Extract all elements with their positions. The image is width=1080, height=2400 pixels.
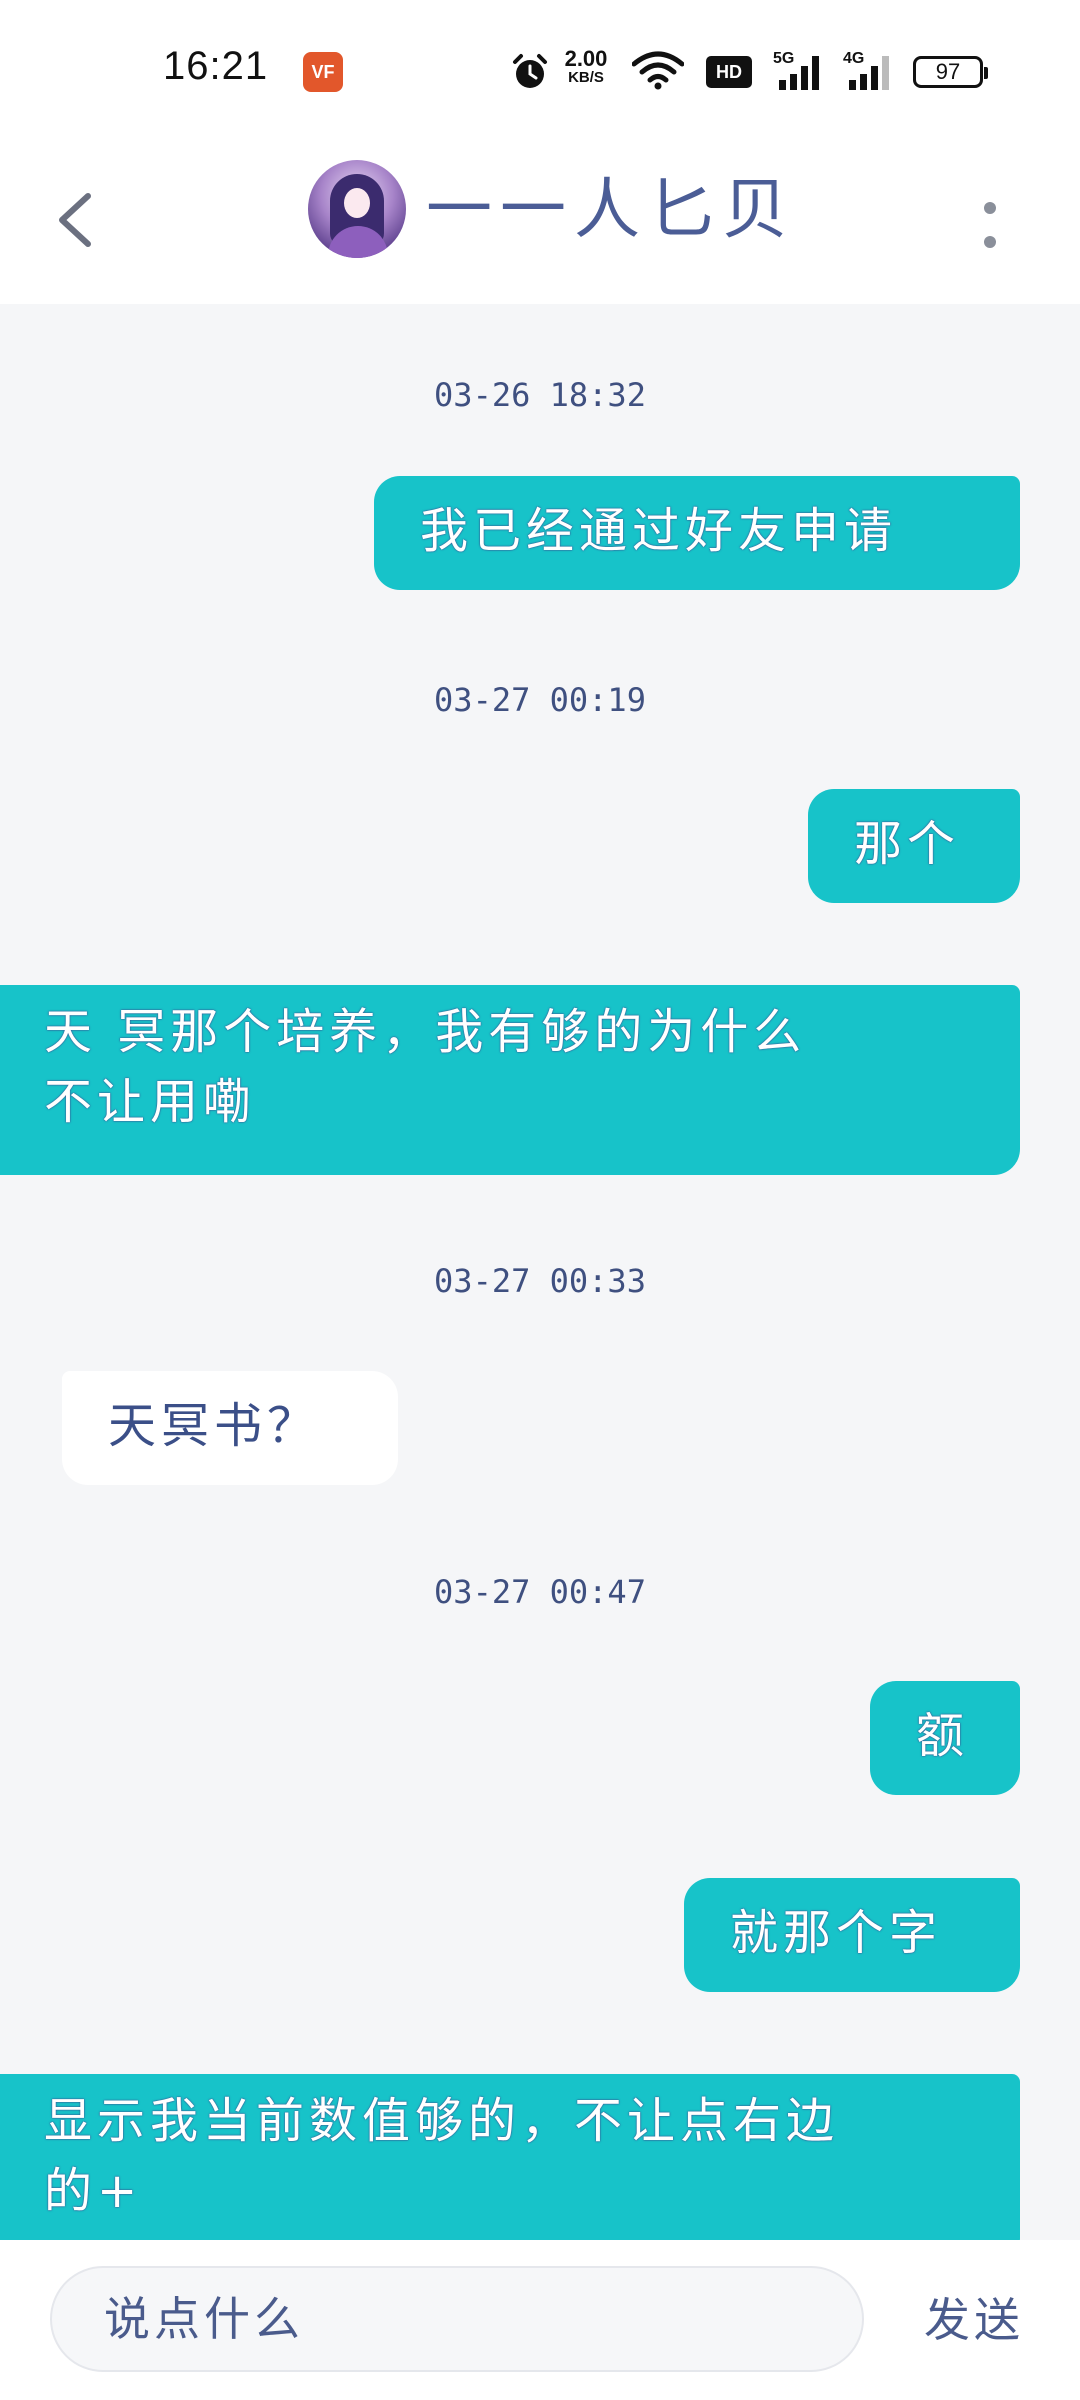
- timestamp: 03-27 00:47: [434, 1573, 646, 1611]
- message-bubble-outgoing[interactable]: 天 冥那个培养，我有够的为什么 不让用嘞: [0, 985, 1020, 1175]
- more-vertical-icon-dot: [984, 202, 996, 214]
- more-options-button[interactable]: [970, 180, 1010, 260]
- network-speed-unit: KB/S: [568, 69, 604, 86]
- input-bar: 说点什么 发送: [0, 2240, 1080, 2400]
- network-speed-value: 2.00: [564, 46, 608, 71]
- message-list[interactable]: 03-26 18:32 我已经通过好友申请 03-27 00:19 那个 天 冥…: [0, 304, 1080, 2240]
- wifi-icon: [632, 51, 684, 90]
- timestamp: 03-27 00:19: [434, 681, 646, 719]
- signal-strength-icon: [779, 56, 819, 90]
- message-bubble-outgoing[interactable]: 显示我当前数值够的，不让点右边 的+: [0, 2074, 1020, 2240]
- message-bubble-incoming[interactable]: 天冥书？: [62, 1371, 398, 1485]
- message-bubble-outgoing[interactable]: 额: [870, 1681, 1020, 1795]
- contact-name[interactable]: 一一人匕贝: [426, 170, 796, 250]
- signal-strength-icon: [849, 56, 889, 90]
- message-input[interactable]: 说点什么: [50, 2266, 864, 2372]
- message-bubble-outgoing[interactable]: 我已经通过好友申请: [374, 476, 1020, 590]
- avatar[interactable]: [308, 160, 406, 258]
- timestamp: 03-27 00:33: [434, 1262, 646, 1300]
- message-bubble-outgoing[interactable]: 就那个字: [684, 1878, 1020, 1992]
- message-line: 不让用嘞: [44, 1074, 257, 1130]
- timestamp: 03-26 18:32: [434, 376, 646, 414]
- status-time: 16:21: [163, 44, 269, 88]
- avatar-face: [344, 188, 370, 218]
- message-bubble-outgoing[interactable]: 那个: [808, 789, 1020, 903]
- app-notification-icon: VF: [303, 52, 343, 92]
- hd-voice-badge: HD: [706, 56, 752, 88]
- network-speed: 2.00 KB/S: [556, 48, 616, 86]
- message-line: 天 冥那个培养，我有够的为什么: [44, 1004, 807, 1060]
- alarm-clock-icon: [513, 54, 547, 88]
- back-button[interactable]: [48, 180, 108, 260]
- message-line: 的+: [44, 2163, 143, 2219]
- chevron-left-icon: [59, 193, 91, 247]
- status-bar: 16:21 VF 2.00 KB/S HD 5G 4G 97: [0, 0, 1080, 140]
- message-line: 显示我当前数值够的，不让点右边: [44, 2093, 840, 2149]
- send-button[interactable]: 发送: [924, 2280, 1034, 2360]
- more-vertical-icon-dot: [984, 236, 996, 248]
- chat-header: 一一人匕贝: [0, 140, 1080, 304]
- battery-indicator: 97: [913, 56, 988, 88]
